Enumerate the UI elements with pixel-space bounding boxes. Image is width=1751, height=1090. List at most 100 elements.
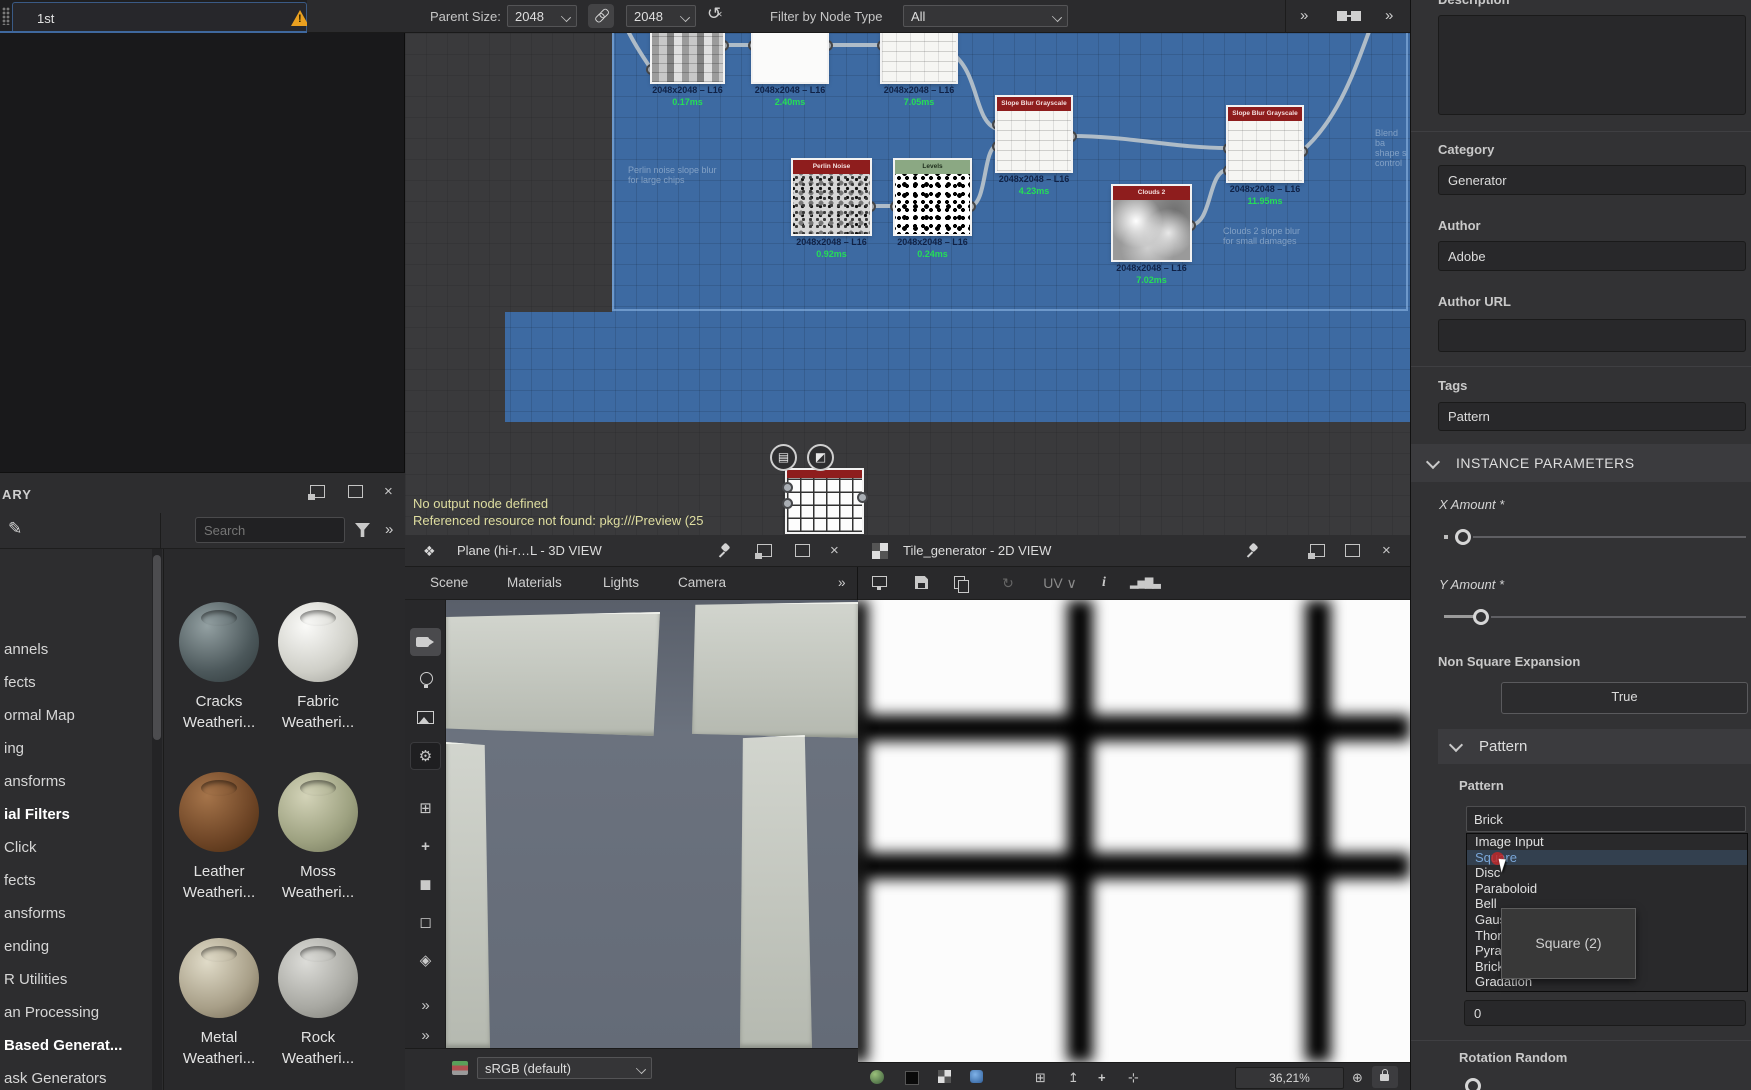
material-thumbnail-moss[interactable] [278,772,358,852]
category-item[interactable]: ansforms [0,897,152,930]
material-sphere-icon[interactable] [870,1070,884,1084]
3d-viewport[interactable] [446,600,858,1048]
graph-node-slope-blur[interactable]: Slope Blur Grayscale 2048x2048 – L16 4.2… [997,97,1071,171]
instance-parameters-section[interactable]: INSTANCE PARAMETERS [1411,444,1751,482]
pattern-number-field[interactable] [1464,1000,1746,1026]
color-picker-icon[interactable] [970,1070,983,1083]
pin-icon[interactable] [1245,544,1259,558]
category-item[interactable]: R Utilities [0,963,152,996]
library-scrollbar[interactable] [152,549,162,1090]
menu-overflow-icon[interactable]: » [838,575,846,590]
tab-1st[interactable]: 1st ! [12,2,307,31]
toolbar-overflow-icon[interactable]: » [385,521,393,538]
rotation-random-slider-knob[interactable] [1465,1078,1481,1090]
graph-node[interactable]: 2048x2048 – L16 7.05ms [882,33,956,82]
pattern-section[interactable]: Pattern [1438,729,1751,764]
parent-size-height-select[interactable]: 2048 [626,5,696,27]
zoom-reset-icon[interactable]: ⊕ [1352,1070,1363,1086]
option-square[interactable]: Square [1467,850,1747,866]
maximize-icon[interactable] [1345,544,1360,557]
settings-button[interactable]: ⚙ [410,742,441,770]
category-item[interactable]: annels [0,633,152,666]
lock-button[interactable] [1372,1066,1398,1088]
uv-select[interactable]: UV ∨ [1040,574,1080,592]
close-icon[interactable]: × [830,542,839,559]
menu-scene[interactable]: Scene [430,575,468,590]
category-item[interactable]: fects [0,666,152,699]
dock-icon[interactable] [310,485,325,498]
graph-node-clouds-2[interactable]: Clouds 2 2048x2048 – L16 7.02ms [1113,186,1190,260]
toolbar-overflow-icon-2[interactable]: » [1385,7,1393,24]
category-item[interactable]: ansforms [0,765,152,798]
tiling-icon[interactable]: ⊞ [1035,1070,1046,1086]
2d-view-header[interactable]: Tile_generator - 2D VIEW × [858,535,1410,567]
material-thumbnail-fabric[interactable] [278,602,358,682]
category-item[interactable]: Based Generat... [0,1029,152,1062]
perspective-grid-button[interactable]: ⊞ [410,795,441,823]
category-item[interactable]: Click [0,831,152,864]
export-icon[interactable] [870,574,890,592]
link-sizes-button[interactable] [588,4,614,28]
node-link-icon[interactable] [1335,8,1365,24]
3d-view-header[interactable]: ❖ Plane (hi-r…L - 3D VIEW × [405,535,858,567]
description-textarea[interactable] [1438,15,1746,115]
drag-grip-icon[interactable] [2,7,10,25]
node-port[interactable] [782,482,793,493]
background-color-icon[interactable] [905,1071,919,1085]
option-disc[interactable]: Disc [1467,865,1747,881]
menu-camera[interactable]: Camera [678,575,726,590]
close-icon[interactable]: × [384,483,393,500]
category-item-material-filters[interactable]: ial Filters [0,798,152,831]
option-paraboloid[interactable]: Paraboloid [1467,881,1747,897]
category-item[interactable]: ending [0,930,152,963]
info-icon[interactable]: i [1094,574,1114,592]
toolbar-overflow-icon[interactable]: » [1300,7,1308,24]
copy-icon[interactable] [952,574,972,592]
y-amount-slider-knob[interactable] [1473,609,1489,625]
pin-icon[interactable] [717,544,731,558]
fit-vertical-icon[interactable]: ↥ [1068,1070,1079,1086]
y-amount-slider-track[interactable] [1491,616,1746,618]
zoom-level-field[interactable]: 36,21% [1235,1067,1344,1089]
material-thumbnail-cracks[interactable] [179,602,259,682]
menu-materials[interactable]: Materials [507,575,562,590]
category-item[interactable]: ing [0,732,152,765]
checker-bg-icon[interactable] [938,1070,951,1083]
channels-icon[interactable] [452,1061,468,1075]
dock-icon[interactable] [757,544,772,557]
non-square-expansion-toggle[interactable]: True [1501,682,1748,714]
node-port[interactable] [857,492,868,503]
graph-node-perlin-noise[interactable]: Perlin Noise 2048x2048 – L16 0.92ms [793,160,870,234]
material-view-button[interactable]: ◈ [410,947,441,975]
node-document-badge-icon[interactable]: ▤ [770,444,797,471]
close-icon[interactable]: × [1382,542,1391,559]
pan-icon[interactable]: + [1098,1070,1106,1085]
category-item[interactable]: ask Generators [0,1062,152,1090]
graph-node[interactable]: 2048x2048 – L16 2.40ms [753,33,827,82]
wireframe-view-button[interactable]: ◻ [410,909,441,937]
pattern-select[interactable]: Brick [1466,806,1746,832]
filter-funnel-icon[interactable] [355,523,370,537]
environment-button[interactable] [410,704,441,732]
graph-node-levels[interactable]: Levels 2048x2048 – L16 0.24ms [895,160,970,234]
node-graph-canvas[interactable]: Perlin noise slope blur for large chips … [405,33,1410,535]
node-port[interactable] [782,498,793,509]
lighting-button[interactable] [410,666,441,694]
author-url-field[interactable] [1438,319,1746,352]
node-save-badge-icon[interactable]: ◩ [807,444,834,471]
solid-view-button[interactable]: ◼ [410,871,441,899]
filter-node-type-select[interactable]: All [903,5,1068,27]
x-amount-slider-knob[interactable] [1455,529,1471,545]
toolbar-overflow-button[interactable]: » [410,992,441,1020]
category-field[interactable] [1438,165,1746,195]
move-tool-button[interactable]: + [410,833,441,861]
save-icon[interactable] [912,574,932,592]
material-thumbnail-metal[interactable] [179,938,259,1018]
camera-mode-button[interactable] [410,628,441,656]
histogram-icon[interactable]: ▂▅▇▃ [1130,574,1150,592]
menu-lights[interactable]: Lights [603,575,639,590]
reset-size-button[interactable]: ↺✕ [707,4,721,24]
graph-node-tile-generator[interactable] [787,470,862,532]
x-amount-slider-track[interactable] [1473,536,1746,538]
category-item[interactable]: fects [0,864,152,897]
